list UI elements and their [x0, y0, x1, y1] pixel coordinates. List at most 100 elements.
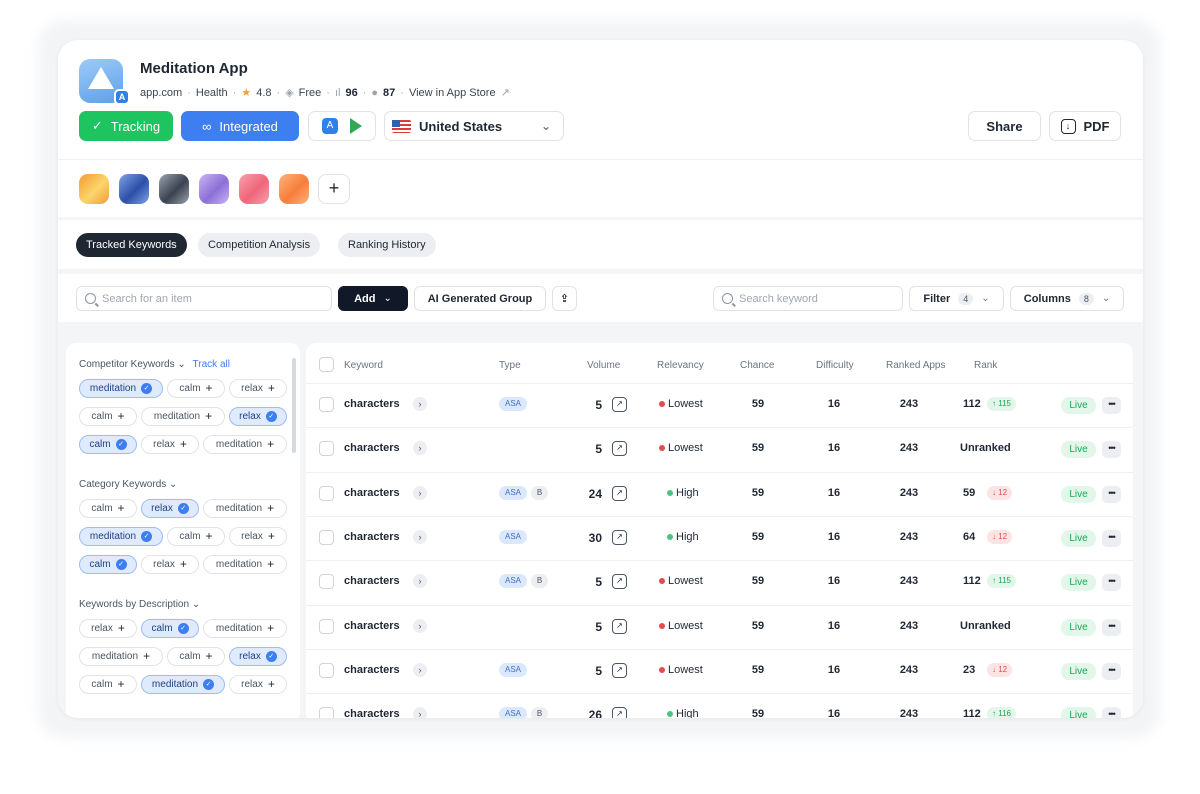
header-difficulty[interactable]: Difficulty: [816, 360, 854, 371]
more-options-icon[interactable]: •••: [1102, 397, 1121, 414]
keyword-text[interactable]: characters: [344, 664, 400, 676]
tab-ranking-history[interactable]: Ranking History: [338, 233, 436, 257]
keyword-chip[interactable]: relax ✓: [141, 499, 199, 518]
store-selector[interactable]: A: [308, 111, 376, 141]
keyword-chip[interactable]: relax +: [141, 435, 199, 454]
keyword-chip[interactable]: calm +: [167, 379, 225, 398]
select-all-checkbox[interactable]: [319, 357, 334, 372]
keyword-text[interactable]: characters: [344, 708, 400, 718]
more-options-icon[interactable]: •••: [1102, 707, 1121, 718]
keyword-chip[interactable]: relax +: [141, 555, 199, 574]
keyword-chip[interactable]: relax ✓: [229, 407, 287, 426]
header-volume[interactable]: Volume: [587, 360, 620, 371]
row-checkbox[interactable]: [319, 529, 334, 545]
app-domain[interactable]: app.com: [140, 87, 182, 99]
keyword-chip[interactable]: calm ✓: [141, 619, 199, 638]
add-competitor-button[interactable]: +: [318, 174, 350, 204]
integrated-button[interactable]: ∞ Integrated: [181, 111, 299, 141]
table-row[interactable]: characters › ASA 30 ↗ High 59 16 243 64 ↓ 12 Live ••…: [306, 515, 1133, 560]
keyword-chip[interactable]: relax +: [229, 527, 287, 546]
chevron-right-icon[interactable]: ›: [413, 397, 427, 411]
keyword-chip[interactable]: calm ✓: [79, 555, 137, 574]
trend-chart-icon[interactable]: ↗: [612, 529, 627, 545]
competitor-keywords-heading[interactable]: Competitor Keywords ⌄ Track all: [79, 359, 230, 370]
row-checkbox[interactable]: [319, 574, 334, 590]
more-options-icon[interactable]: •••: [1102, 441, 1121, 459]
share-button[interactable]: Share: [968, 111, 1041, 141]
chevron-right-icon[interactable]: ›: [413, 662, 427, 677]
more-options-icon[interactable]: •••: [1102, 529, 1121, 547]
keyword-text[interactable]: characters: [344, 398, 400, 410]
table-row[interactable]: characters › ASA 5 ↗ Lowest 59 16 243 23 ↓ 12 Live •…: [306, 648, 1133, 693]
keyword-chip[interactable]: relax +: [229, 675, 287, 694]
more-options-icon[interactable]: •••: [1102, 618, 1121, 636]
trend-chart-icon[interactable]: ↗: [612, 662, 627, 678]
chevron-right-icon[interactable]: ›: [413, 441, 427, 456]
keyword-chip[interactable]: meditation ✓: [79, 527, 163, 546]
trend-chart-icon[interactable]: ↗: [612, 618, 627, 634]
row-checkbox[interactable]: [319, 707, 334, 718]
keyword-chip[interactable]: calm +: [79, 499, 137, 518]
trend-chart-icon[interactable]: ↗: [612, 574, 627, 590]
keyword-chip[interactable]: relax +: [229, 379, 287, 398]
chevron-right-icon[interactable]: ›: [413, 574, 427, 589]
keyword-chip[interactable]: meditation +: [203, 619, 287, 638]
header-chance[interactable]: Chance: [740, 360, 774, 371]
table-row[interactable]: characters › ASA B 5 ↗ Lowest 59 16 243 112 ↑ 115 Li…: [306, 560, 1133, 604]
more-options-icon[interactable]: •••: [1102, 485, 1121, 503]
keyword-chip[interactable]: meditation +: [203, 499, 287, 518]
table-row[interactable]: characters › ASA B 24 ↗ High 59 16 243 59 ↓ 12 Live •…: [306, 471, 1133, 516]
view-in-store-link[interactable]: View in App Store: [409, 87, 496, 99]
filter-button[interactable]: Filter 4 ⌄: [909, 286, 1004, 311]
keyword-text[interactable]: characters: [344, 442, 400, 454]
table-row[interactable]: characters › ASA B 26 ↗ High 59 16 243 112 ↑ 116 Liv…: [306, 693, 1133, 718]
competitor-app-icon[interactable]: [159, 174, 189, 204]
more-options-icon[interactable]: •••: [1102, 662, 1121, 680]
description-keywords-heading[interactable]: Keywords by Description ⌄: [79, 599, 200, 610]
row-checkbox[interactable]: [319, 618, 334, 634]
competitor-app-icon[interactable]: [239, 174, 269, 204]
trend-chart-icon[interactable]: ↗: [612, 485, 627, 501]
row-checkbox[interactable]: [319, 662, 334, 678]
keyword-chip[interactable]: meditation +: [141, 407, 225, 426]
keyword-chip[interactable]: calm +: [167, 647, 225, 666]
track-all-link[interactable]: Track all: [193, 359, 230, 370]
sidebar-scrollbar[interactable]: [292, 358, 296, 453]
trend-chart-icon[interactable]: ↗: [612, 397, 627, 412]
header-keyword[interactable]: Keyword: [344, 360, 383, 371]
keyword-text[interactable]: characters: [344, 487, 400, 499]
chevron-right-icon[interactable]: ›: [413, 707, 427, 718]
keyword-text[interactable]: characters: [344, 531, 400, 543]
chevron-right-icon[interactable]: ›: [413, 529, 427, 544]
competitor-app-icon[interactable]: [199, 174, 229, 204]
trend-chart-icon[interactable]: ↗: [612, 441, 627, 457]
header-type[interactable]: Type: [499, 360, 521, 371]
keyword-chip[interactable]: calm +: [79, 675, 137, 694]
keyword-chip[interactable]: relax ✓: [229, 647, 287, 666]
table-row[interactable]: characters › ASA 5 ↗ Lowest 59 16 243 112 ↑ 115 Liv…: [306, 383, 1133, 427]
export-icon-button[interactable]: ⇪: [552, 286, 577, 311]
columns-button[interactable]: Columns 8 ⌄: [1010, 286, 1124, 311]
pdf-button[interactable]: ↓ PDF: [1049, 111, 1121, 141]
tab-competition-analysis[interactable]: Competition Analysis: [198, 233, 321, 257]
category-keywords-heading[interactable]: Category Keywords ⌄: [79, 479, 177, 490]
keyword-chip[interactable]: calm +: [167, 527, 225, 546]
competitor-app-icon[interactable]: [119, 174, 149, 204]
tab-tracked-keywords[interactable]: Tracked Keywords: [76, 233, 187, 257]
header-rank[interactable]: Rank: [974, 360, 997, 371]
trend-chart-icon[interactable]: ↗: [612, 707, 627, 718]
competitor-app-icon[interactable]: [279, 174, 309, 204]
competitor-app-icon[interactable]: [79, 174, 109, 204]
ai-generated-group-button[interactable]: AI Generated Group: [414, 286, 546, 311]
keyword-chip[interactable]: meditation +: [203, 435, 287, 454]
item-search-input[interactable]: Search for an item: [76, 286, 332, 311]
header-relevancy[interactable]: Relevancy: [657, 360, 704, 371]
row-checkbox[interactable]: [319, 397, 334, 412]
keyword-search-input[interactable]: Search keyword: [713, 286, 903, 311]
add-button[interactable]: Add ⌄: [338, 286, 408, 311]
keyword-chip[interactable]: meditation ✓: [141, 675, 225, 694]
table-row[interactable]: characters › 5 ↗ Lowest 59 16 243 Unranked Live ••…: [306, 427, 1133, 471]
keyword-text[interactable]: characters: [344, 620, 400, 632]
keyword-chip[interactable]: relax +: [79, 619, 137, 638]
country-select[interactable]: United States ⌄: [384, 111, 564, 141]
